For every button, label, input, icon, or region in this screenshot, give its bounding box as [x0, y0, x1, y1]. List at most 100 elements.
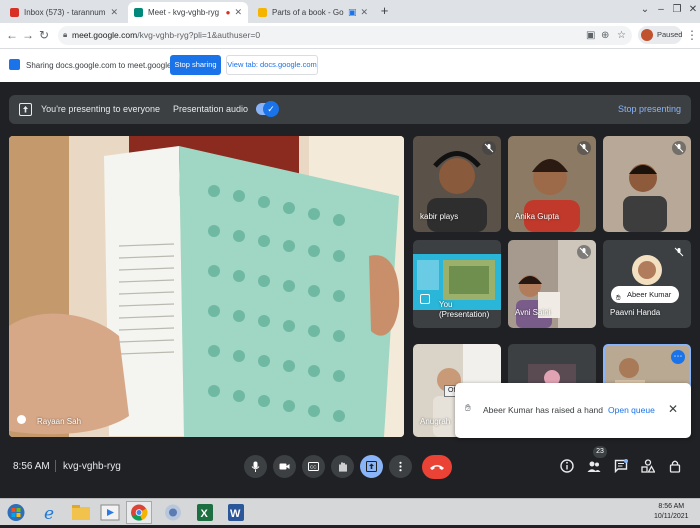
presentation-tile[interactable]: You (Presentation): [413, 240, 501, 328]
sharing-text: Sharing docs.google.com to meet.google.c…: [26, 61, 189, 70]
lock-icon: 🔒︎: [63, 30, 68, 39]
raised-hand-badge: ✋︎ Abeer Kumar: [611, 286, 680, 303]
address-bar[interactable]: 🔒︎ meet.google.com/kvg-vghb-ryg?pli=1&au…: [58, 26, 632, 45]
tab-label: Parts of a book - Google Slide: [272, 8, 344, 17]
chrome-icon: [131, 504, 148, 521]
hand-icon: [339, 462, 347, 472]
mic-icon: [251, 461, 260, 472]
participant-tile[interactable]: Avni Saini: [508, 240, 596, 328]
participant-name: kabir plays: [420, 212, 459, 221]
url-text: meet.google.com/kvg-vghb-ryg?pli=1&authu…: [72, 30, 260, 40]
present-now-button[interactable]: [360, 455, 383, 478]
open-queue-button[interactable]: Open queue: [608, 405, 655, 415]
media-player-icon[interactable]: [97, 501, 123, 524]
chrome-taskbar-button[interactable]: [126, 501, 152, 524]
main-video-image: [9, 136, 404, 437]
tab-close-icon[interactable]: ✕: [360, 7, 368, 18]
close-icon[interactable]: ✕: [668, 402, 678, 416]
camera-button[interactable]: [273, 455, 296, 478]
end-call-icon: [430, 465, 444, 470]
mic-off-icon: [577, 141, 591, 155]
raise-hand-button[interactable]: [331, 455, 354, 478]
hand-icon: [17, 415, 26, 424]
windows-start-icon[interactable]: [4, 503, 28, 522]
mic-off-icon: [672, 141, 686, 155]
zoom-icon[interactable]: ⊕: [601, 30, 609, 41]
meeting-code: kvg-vghb-ryg: [63, 461, 121, 472]
people-icon[interactable]: [587, 459, 601, 473]
url-host: meet.google.com: [72, 30, 138, 40]
hand-icon: ✋︎: [616, 293, 621, 302]
stop-presenting-button[interactable]: Stop presenting: [618, 104, 681, 114]
participant-name: You (Presentation): [439, 300, 490, 319]
leave-call-button[interactable]: [422, 455, 452, 479]
mic-button[interactable]: [244, 455, 267, 478]
info-icon[interactable]: [560, 459, 574, 473]
meeting-controls-bar: 8:56 AM kvg-vghb-ryg CC 23: [0, 445, 700, 490]
present-icon: [366, 461, 377, 472]
present-icon: [420, 294, 430, 304]
host-controls-lock-icon[interactable]: [668, 459, 682, 473]
bookmark-star-icon[interactable]: ☆: [617, 30, 626, 41]
new-tab-button[interactable]: +: [377, 4, 392, 19]
avatar: [641, 29, 653, 41]
notification-message: Abeer Kumar has raised a hand: [483, 405, 604, 415]
file-explorer-icon[interactable]: [68, 501, 94, 524]
camera-icon[interactable]: ▣: [586, 30, 595, 41]
system-date: 10/11/2021: [654, 513, 689, 520]
video-camera-icon: [279, 463, 290, 470]
svg-text:W: W: [230, 508, 241, 520]
tab-close-icon[interactable]: ✕: [110, 7, 118, 18]
close-window-button[interactable]: ✕: [684, 2, 700, 18]
sharing-infobar: Sharing docs.google.com to meet.google.c…: [0, 48, 700, 82]
main-video-tile[interactable]: Rayaan Sah: [9, 136, 404, 437]
participant-tile[interactable]: Anika Gupta: [508, 136, 596, 232]
activities-icon[interactable]: [641, 459, 655, 473]
chrome-profile-icon[interactable]: [160, 501, 186, 524]
tab-close-icon[interactable]: ✕: [234, 7, 242, 18]
tab-label: Inbox (573) - tarannum@theindi: [24, 8, 106, 17]
more-options-icon[interactable]: ⋯: [671, 350, 685, 364]
browser-tab-strip: Inbox (573) - tarannum@theindi ✕ Meet - …: [0, 0, 700, 23]
raised-hand-notification: ✋︎ Abeer Kumar has raised a hand Open qu…: [455, 383, 691, 438]
url-path: /kvg-vghb-ryg?pli=1&authuser=0: [137, 30, 261, 40]
tab-gmail[interactable]: Inbox (573) - tarannum@theindi ✕: [4, 2, 124, 23]
tab-slides[interactable]: Parts of a book - Google Slide ▣ ✕: [252, 2, 374, 23]
mic-off-icon: [672, 245, 686, 259]
profile-button[interactable]: Paused: [638, 26, 682, 44]
presenting-banner: You're presenting to everyone Presentati…: [9, 95, 691, 124]
participant-tile[interactable]: [603, 136, 691, 232]
windows-taskbar: e X W 8:56 AM 10/11/2021: [0, 498, 700, 525]
sharing-tab-icon: ▣: [347, 7, 357, 17]
svg-text:X: X: [201, 508, 209, 520]
back-icon[interactable]: ←: [5, 28, 19, 42]
chat-icon[interactable]: [614, 459, 628, 473]
system-clock[interactable]: 8:56 AM 10/11/2021: [654, 502, 689, 522]
forward-icon[interactable]: →: [21, 28, 35, 42]
svg-text:e: e: [44, 504, 54, 524]
divider: [55, 460, 56, 472]
more-options-button[interactable]: [389, 455, 412, 478]
participant-name: Avni Saini: [515, 308, 551, 317]
present-icon: [19, 103, 32, 116]
check-icon: ✓: [263, 101, 279, 117]
menu-icon[interactable]: ⋮: [685, 28, 699, 42]
excel-icon[interactable]: X: [192, 501, 218, 524]
stop-sharing-button[interactable]: Stop sharing: [170, 55, 221, 75]
tab-meet[interactable]: Meet - kvg-vghb-ryg ● ✕: [128, 2, 248, 23]
meet-icon: [134, 8, 143, 17]
gmail-icon: [10, 8, 19, 17]
captions-button[interactable]: CC: [302, 455, 325, 478]
participant-tile[interactable]: Paavni Handa: [603, 240, 691, 328]
word-icon[interactable]: W: [223, 501, 249, 524]
mic-off-icon: [577, 245, 591, 259]
view-tab-button[interactable]: View tab: docs.google.com: [226, 55, 318, 75]
ie-icon[interactable]: e: [38, 501, 64, 524]
system-time: 8:56 AM: [658, 503, 685, 510]
participant-tile[interactable]: kabir plays: [413, 136, 501, 232]
participant-name: Rayaan Sah: [37, 417, 82, 426]
presentation-audio-toggle[interactable]: ✓: [256, 101, 279, 117]
participant-name: Paavni Handa: [610, 308, 661, 317]
participant-count-badge: 23: [593, 446, 607, 458]
reload-icon[interactable]: ↻: [37, 28, 51, 42]
